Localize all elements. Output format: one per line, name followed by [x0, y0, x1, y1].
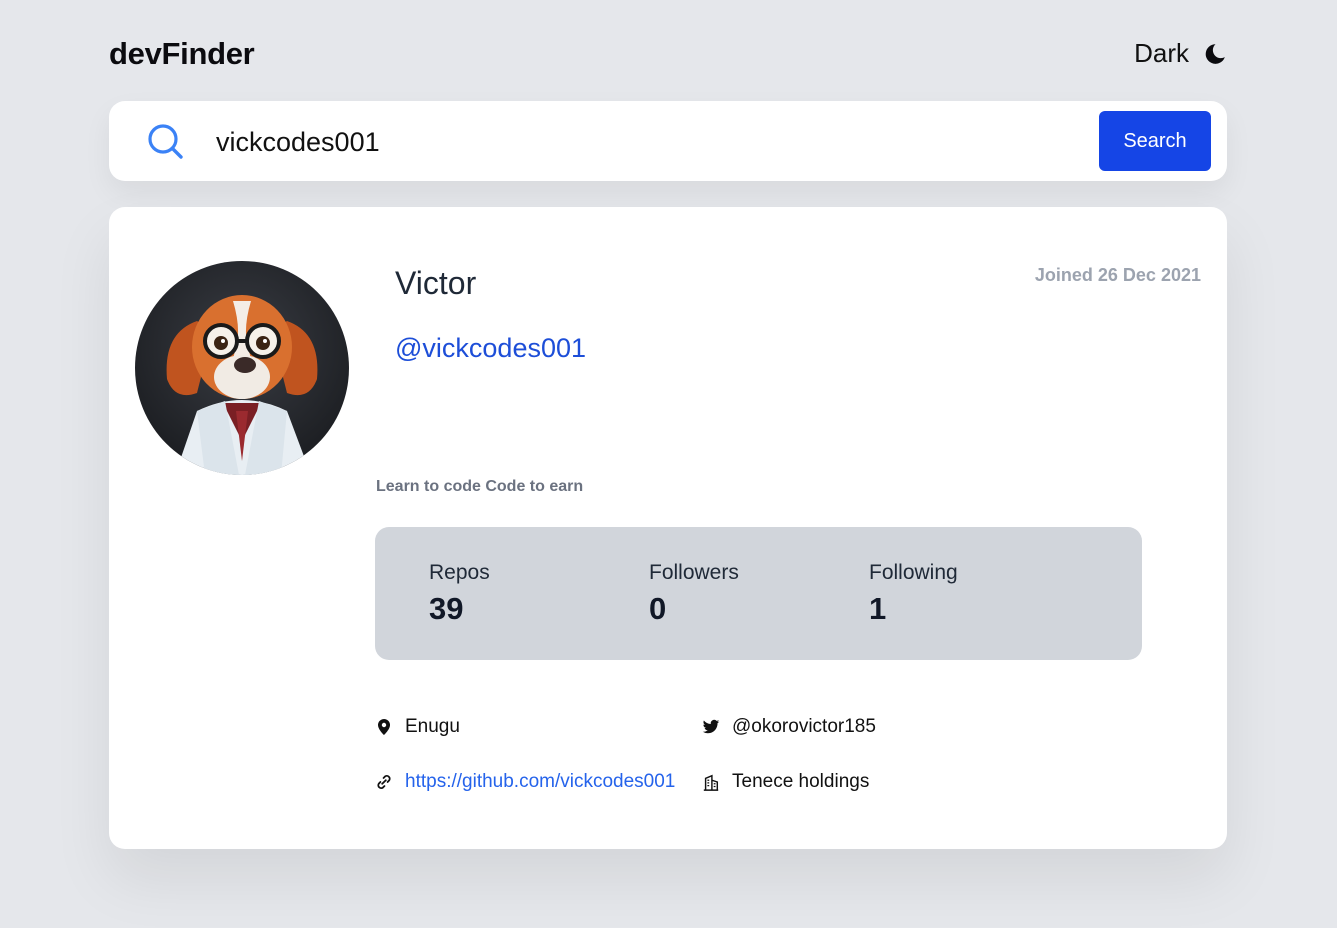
- company-row: Tenece holdings: [702, 771, 869, 793]
- stat-label: Repos: [429, 561, 490, 584]
- location-pin-icon: [378, 719, 390, 735]
- stat-value: 0: [649, 591, 667, 626]
- profile-card: Victor @vickcodes001 Joined 26 Dec 2021 …: [109, 207, 1227, 849]
- stat-label: Following: [869, 561, 958, 584]
- twitter-icon: [702, 719, 720, 734]
- joined-date: Joined 26 Dec 2021: [1034, 265, 1201, 285]
- stat-label: Followers: [649, 561, 739, 584]
- stat-value: 39: [429, 591, 464, 626]
- avatar: [135, 261, 349, 475]
- location-text: Enugu: [405, 716, 460, 737]
- stats-panel: Repos 39 Followers 0 Following 1: [375, 527, 1142, 660]
- brand-logo: devFinder: [109, 36, 255, 71]
- twitter-handle[interactable]: @okorovictor185: [732, 716, 876, 738]
- location-row: Enugu: [375, 716, 460, 738]
- search-button[interactable]: Search: [1099, 111, 1211, 171]
- search-icon: [148, 124, 183, 159]
- profile-name: Victor: [395, 265, 477, 301]
- profile-bio: Learn to code Code to earn: [376, 478, 584, 495]
- stat-following: Following 1: [869, 561, 958, 627]
- company-building-icon: [703, 774, 719, 791]
- stat-repos: Repos 39: [429, 561, 490, 627]
- theme-toggle-label: Dark: [1134, 38, 1189, 68]
- website-link[interactable]: https://github.com/vickcodes001: [405, 771, 675, 793]
- link-icon: [377, 775, 391, 789]
- website-row: https://github.com/vickcodes001: [375, 771, 675, 793]
- header: devFinder Dark: [109, 28, 1227, 78]
- profile-username-link[interactable]: @vickcodes001: [395, 333, 586, 364]
- stat-value: 1: [869, 591, 887, 626]
- company-name: Tenece holdings: [732, 771, 870, 792]
- theme-toggle[interactable]: Dark: [1134, 38, 1227, 69]
- stat-followers: Followers 0: [649, 561, 739, 627]
- search-bar: Search: [109, 101, 1227, 181]
- search-input[interactable]: [214, 119, 1078, 165]
- moon-icon: [1205, 43, 1225, 64]
- twitter-row: @okorovictor185: [702, 716, 876, 738]
